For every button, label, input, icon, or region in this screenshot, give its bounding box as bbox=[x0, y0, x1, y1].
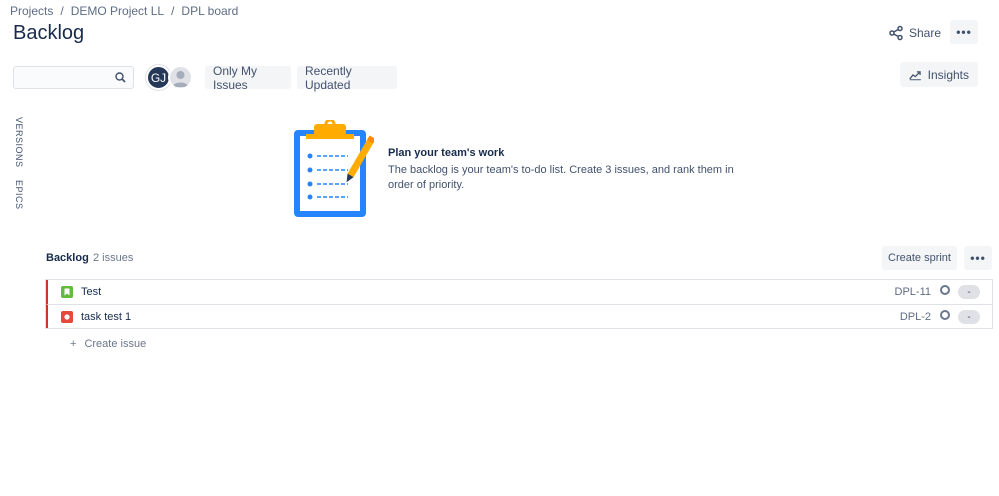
issue-list: Test DPL-11 - task test 1 DPL-2 - bbox=[45, 279, 993, 329]
issue-row[interactable]: Test DPL-11 - bbox=[46, 280, 992, 304]
chart-line-icon bbox=[909, 70, 921, 80]
issue-key[interactable]: DPL-2 bbox=[900, 311, 931, 323]
issue-row[interactable]: task test 1 DPL-2 - bbox=[46, 304, 992, 328]
empty-state-description: The backlog is your team's to-do list. C… bbox=[388, 164, 734, 191]
clipboard-illustration-icon bbox=[294, 120, 374, 217]
breadcrumb-project[interactable]: DEMO Project LL bbox=[71, 4, 164, 18]
issue-summary: task test 1 bbox=[81, 311, 132, 323]
search-icon bbox=[115, 72, 126, 83]
estimate-badge[interactable]: - bbox=[958, 285, 980, 299]
estimate-badge[interactable]: - bbox=[958, 310, 980, 324]
plus-icon: + bbox=[70, 338, 77, 350]
status-circle-icon bbox=[940, 285, 950, 295]
backlog-more-button[interactable]: ••• bbox=[964, 246, 992, 270]
backlog-issue-count: 2 issues bbox=[93, 252, 134, 264]
empty-state-title: Plan your team's work bbox=[388, 147, 505, 159]
create-issue-button[interactable]: + Create issue bbox=[70, 338, 146, 350]
insights-button[interactable]: Insights bbox=[900, 62, 978, 87]
insights-label: Insights bbox=[927, 67, 969, 82]
filter-only-my-issues[interactable]: Only My Issues bbox=[205, 64, 291, 92]
breadcrumb: Projects / DEMO Project LL / DPL board bbox=[10, 4, 238, 18]
page-title: Backlog bbox=[13, 22, 85, 44]
story-icon bbox=[61, 286, 73, 298]
breadcrumb-separator: / bbox=[60, 4, 64, 18]
share-label: Share bbox=[909, 26, 942, 40]
backlog-title: Backlog bbox=[46, 252, 89, 264]
create-sprint-button[interactable]: Create sprint bbox=[882, 246, 957, 270]
status-circle-icon bbox=[940, 310, 950, 320]
user-icon bbox=[173, 71, 188, 87]
breadcrumb-separator: / bbox=[171, 4, 175, 18]
share-icon bbox=[889, 25, 903, 41]
create-issue-label: Create issue bbox=[84, 338, 147, 350]
tab-epics[interactable]: EPICS bbox=[14, 180, 24, 210]
issue-summary: Test bbox=[81, 286, 102, 298]
breadcrumb-board[interactable]: DPL board bbox=[181, 4, 238, 18]
filter-recently-updated[interactable]: Recently Updated bbox=[297, 64, 397, 92]
tab-versions[interactable]: VERSIONS bbox=[14, 117, 24, 168]
search-input[interactable] bbox=[14, 67, 114, 88]
search-field[interactable] bbox=[13, 66, 134, 89]
share-button[interactable]: Share bbox=[884, 21, 945, 45]
issue-key[interactable]: DPL-11 bbox=[895, 286, 931, 298]
avatar-default-user[interactable] bbox=[168, 65, 193, 90]
breadcrumb-projects[interactable]: Projects bbox=[10, 4, 53, 18]
bug-icon bbox=[61, 311, 73, 323]
more-actions-button[interactable]: ••• bbox=[950, 20, 978, 44]
